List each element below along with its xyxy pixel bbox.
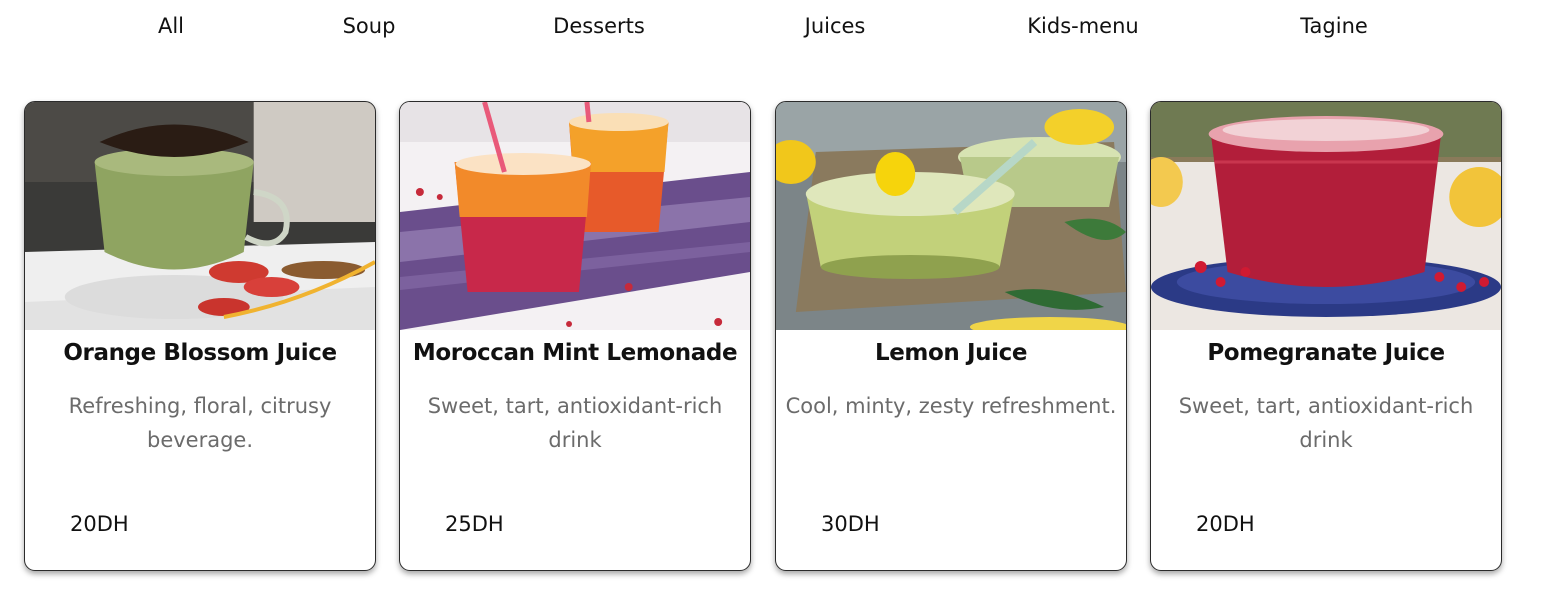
category-nav: All Soup Desserts Juices Kids-menu Tagin… (0, 0, 1567, 60)
product-image (400, 102, 750, 330)
category-tab-all[interactable]: All (158, 14, 184, 38)
product-description: Sweet, tart, antioxidant-rich drink (427, 394, 723, 452)
product-price: 25DH (445, 512, 504, 536)
product-description: Cool, minty, zesty refreshment. (785, 394, 1117, 418)
category-tab-juices[interactable]: Juices (805, 14, 866, 38)
product-image (776, 102, 1126, 330)
product-title: Orange Blossom Juice (63, 340, 337, 366)
product-title: Moroccan Mint Lemonade (412, 340, 738, 366)
product-image (25, 102, 375, 330)
product-card[interactable]: Moroccan Mint Lemonade Sweet, tart, anti… (399, 101, 751, 571)
product-description: Sweet, tart, antioxidant-rich drink (1178, 394, 1474, 452)
product-card[interactable]: Orange Blossom Juice Refreshing, floral,… (24, 101, 376, 571)
product-price: 20DH (1196, 512, 1255, 536)
category-tab-desserts[interactable]: Desserts (553, 14, 645, 38)
product-price: 30DH (821, 512, 880, 536)
category-tab-soup[interactable]: Soup (343, 14, 396, 38)
product-image (1151, 102, 1501, 330)
category-tab-tagine[interactable]: Tagine (1300, 14, 1368, 38)
product-title: Pomegranate Juice (1207, 340, 1445, 366)
product-price: 20DH (70, 512, 129, 536)
product-card[interactable]: Lemon Juice Cool, minty, zesty refreshme… (775, 101, 1127, 571)
product-card[interactable]: Pomegranate Juice Sweet, tart, antioxida… (1150, 101, 1502, 571)
product-description: Refreshing, floral, citrusy beverage. (68, 394, 332, 452)
product-title: Lemon Juice (874, 340, 1028, 366)
category-tab-kids-menu[interactable]: Kids-menu (1027, 14, 1138, 38)
